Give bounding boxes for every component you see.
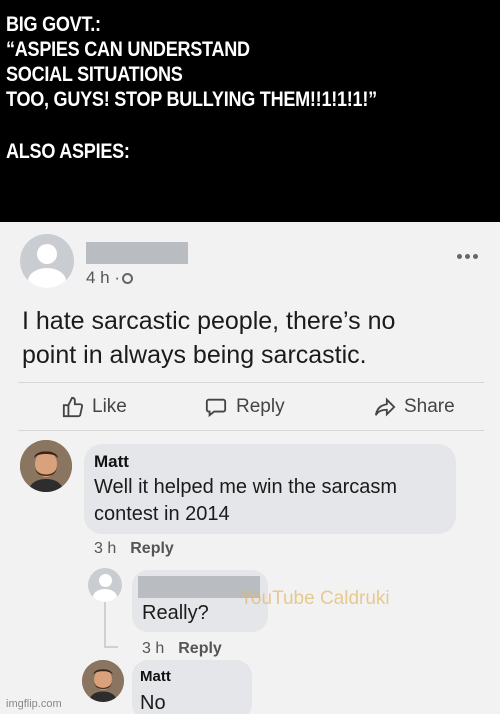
thread-line (104, 646, 118, 648)
reply-button[interactable]: Reply (204, 396, 285, 418)
meme-caption: BIG GOVT.: “ASPIES CAN UNDERSTAND SOCIAL… (0, 0, 500, 222)
commenter-name[interactable]: Matt (140, 668, 171, 685)
comment-icon (205, 398, 227, 418)
youtube-watermark: YouTube Caldruki (240, 588, 390, 609)
comment-meta: 3 h Reply (142, 640, 222, 657)
caption-line: ALSO ASPIES: (6, 140, 130, 163)
comment-text: Really? (142, 602, 209, 624)
post-text: I hate sarcastic people, there’s no poin… (22, 307, 396, 369)
caption-line: TOO, GUYS! STOP BULLYING THEM!!1!1!1!” (6, 88, 377, 111)
thumbs-up-icon (62, 396, 84, 418)
divider (18, 382, 484, 383)
share-icon (374, 397, 396, 417)
imgflip-watermark: imgflip.com (6, 698, 62, 710)
comment-text: No (140, 692, 166, 714)
commenter-avatar[interactable] (82, 660, 124, 702)
caption-line: BIG GOVT.: (6, 13, 101, 36)
comment-reply-button[interactable]: Reply (130, 540, 174, 557)
caption-line: SOCIAL SITUATIONS (6, 63, 183, 86)
more-options-icon[interactable] (457, 254, 479, 260)
poster-avatar[interactable] (20, 234, 74, 288)
globe-icon (122, 273, 134, 285)
commenter-avatar[interactable] (20, 440, 72, 492)
redacted-name (86, 242, 188, 264)
share-button[interactable]: Share (374, 396, 455, 418)
comment-text: Well it helped me win the sarcasm contes… (94, 476, 398, 525)
commenter-name[interactable]: Matt (94, 452, 129, 472)
comment-meta: 3 h Reply (94, 540, 174, 557)
post-timestamp: 4 h · (86, 268, 134, 288)
like-button[interactable]: Like (62, 396, 127, 418)
commenter-avatar[interactable] (88, 568, 122, 602)
divider (18, 430, 484, 431)
caption-line: “ASPIES CAN UNDERSTAND (6, 38, 250, 61)
comment-reply-button[interactable]: Reply (178, 640, 222, 657)
facebook-post-screenshot: 4 h · I hate sarcastic people, there’s n… (0, 222, 500, 714)
